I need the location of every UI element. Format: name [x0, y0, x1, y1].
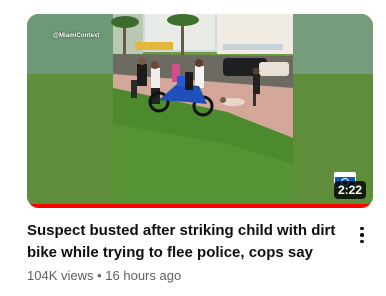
logo-top-bar [335, 173, 355, 177]
menu-dot [360, 239, 364, 244]
upload-age: 16 hours ago [105, 268, 182, 283]
watch-progress-bar [27, 204, 373, 208]
video-thumbnail[interactable]: @MiamiContext 2:22 [27, 14, 373, 208]
thumbnail-scene [27, 14, 373, 208]
video-watermark: @MiamiContext [53, 33, 100, 39]
video-title[interactable]: Suspect busted after striking child with… [27, 220, 349, 264]
watch-progress-fill [27, 204, 373, 208]
video-metadata: 104K views • 16 hours ago [27, 268, 181, 284]
menu-dot [360, 233, 364, 237]
more-vert-icon[interactable] [354, 224, 370, 246]
duration-badge: 2:22 [333, 181, 366, 199]
menu-dot [360, 226, 364, 231]
video-card[interactable]: @MiamiContext 2:22 Suspect busted after … [0, 0, 386, 296]
meta-separator: • [97, 268, 102, 283]
view-count: 104K views [27, 268, 94, 283]
